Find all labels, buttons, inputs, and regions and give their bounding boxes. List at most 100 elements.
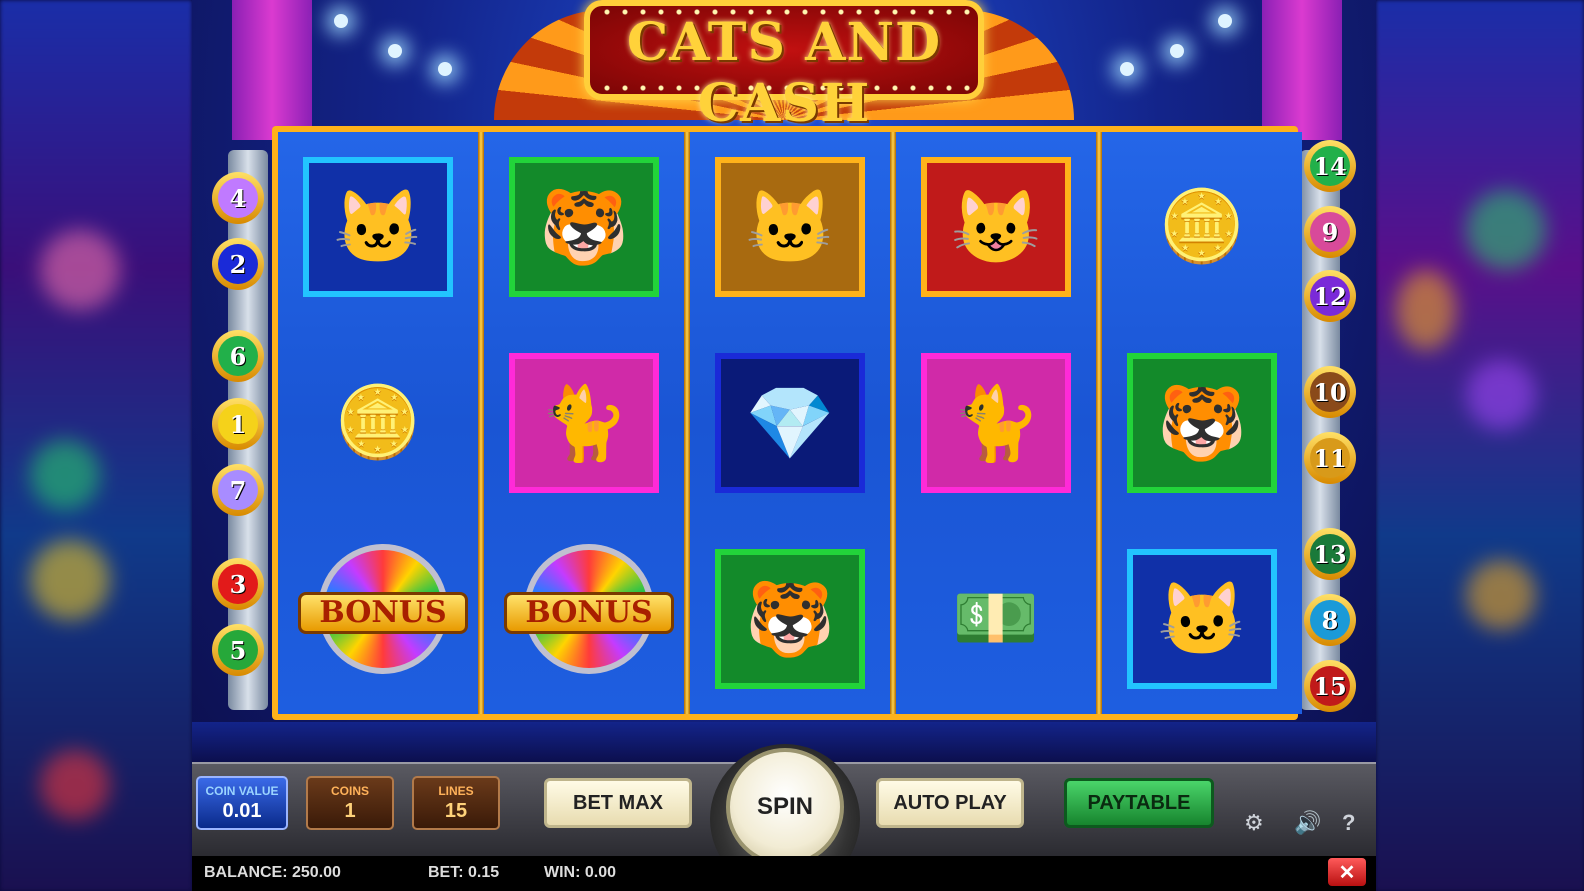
payline-right-11[interactable]: 11 — [1304, 432, 1356, 484]
diamond-necklace-icon: 💎 — [715, 353, 865, 493]
background-left-blur — [0, 0, 192, 891]
reel-2: 🐯 🐈 BONUS — [484, 132, 684, 714]
payline-number: 4 — [218, 178, 258, 218]
payline-right-12[interactable]: 12 — [1304, 270, 1356, 322]
reel-4: 😺 🐈 💵 — [896, 132, 1096, 714]
game-logo-marquee: CATS AND CASH — [494, 0, 1074, 134]
reel-symbol: 🪙 — [1117, 152, 1287, 302]
payline-number: 8 — [1310, 600, 1350, 640]
reel-symbol: 🐯 — [705, 544, 875, 694]
payline-number: 5 — [218, 630, 258, 670]
reel-symbol: 🪙 — [293, 348, 463, 498]
cat-lady-red-dress-icon: 🐱 — [303, 157, 453, 297]
lines-amount: 15 — [444, 800, 468, 822]
cash-stacks-icon: 💵 — [952, 579, 1040, 657]
reel-3: 🐱 💎 🐯 — [690, 132, 890, 714]
bet-max-button[interactable]: BET MAX — [544, 778, 692, 828]
payline-number: 13 — [1310, 534, 1350, 574]
payline-right-13[interactable]: 13 — [1304, 528, 1356, 580]
payline-left-3[interactable]: 3 — [212, 558, 264, 610]
gold-bars-icon: 🪙 — [1158, 187, 1246, 265]
close-button[interactable]: ✕ — [1328, 858, 1366, 886]
bonus-label: BONUS — [298, 592, 468, 634]
payline-right-10[interactable]: 10 — [1304, 366, 1356, 418]
payline-left-7[interactable]: 7 — [212, 464, 264, 516]
stage-light-pillar — [1262, 0, 1342, 140]
stage-light-pillar — [232, 0, 312, 140]
win-text: WIN: 0.00 — [544, 864, 617, 881]
reel-symbol: 🐱 — [293, 152, 463, 302]
payline-right-8[interactable]: 8 — [1304, 594, 1356, 646]
game-stage: CATS AND CASH 🐱 🪙 BONUS 🐯 🐈 BONUS 🐱 💎 🐯 😺 🐈 💵 🪙 🐯 🐱 CO… — [0, 0, 1584, 891]
game-area: CATS AND CASH 🐱 🪙 BONUS 🐯 🐈 BONUS 🐱 💎 🐯 😺 🐈 💵 🪙 🐯 🐱 CO… — [192, 0, 1376, 891]
coin-value-display[interactable]: COIN VALUE 0.01 — [196, 776, 288, 830]
reel-symbol: 💎 — [705, 348, 875, 498]
bonus-wheel-icon: BONUS — [298, 544, 468, 694]
reel-symbol: 🐱 — [705, 152, 875, 302]
payline-number: 2 — [218, 244, 258, 284]
reel-frame: 🐱 🪙 BONUS 🐯 🐈 BONUS 🐱 💎 🐯 😺 🐈 💵 🪙 🐯 🐱 — [272, 126, 1302, 720]
payline-number: 3 — [218, 564, 258, 604]
reel-symbol: 🐯 — [1117, 348, 1287, 498]
tiger-cat-suit-icon: 🐯 — [509, 157, 659, 297]
payline-number: 10 — [1310, 372, 1350, 412]
bonus-wheel-icon: BONUS — [504, 544, 674, 694]
reel-symbol: 💵 — [911, 544, 1081, 694]
reel-symbol: 🐱 — [1117, 544, 1287, 694]
payline-number: 6 — [218, 336, 258, 376]
payline-number: 15 — [1310, 666, 1350, 706]
payline-right-9[interactable]: 9 — [1304, 206, 1356, 258]
reel-1: 🐱 🪙 BONUS — [278, 132, 478, 714]
paytable-button[interactable]: PAYTABLE — [1064, 778, 1214, 828]
reel-symbol: 🐯 — [499, 152, 669, 302]
gold-bars-icon: 🪙 — [334, 383, 422, 461]
coins-amount: 1 — [344, 800, 356, 822]
coins-label: COINS — [330, 784, 369, 798]
help-icon[interactable]: ? — [1342, 810, 1355, 836]
spotlight — [1218, 14, 1232, 28]
payline-number: 12 — [1310, 276, 1350, 316]
bonus-label: BONUS — [504, 592, 674, 634]
spotlight — [438, 62, 452, 76]
settings-icon[interactable]: ⚙ — [1244, 810, 1264, 836]
coins-display[interactable]: COINS 1 — [306, 776, 394, 830]
payline-left-6[interactable]: 6 — [212, 330, 264, 382]
payline-number: 7 — [218, 470, 258, 510]
payline-number: 9 — [1310, 212, 1350, 252]
balance-text: BALANCE: 250.00 — [204, 864, 341, 881]
singer-cat-microphone-icon: 😺 — [921, 157, 1071, 297]
payline-left-1[interactable]: 1 — [212, 398, 264, 450]
reel-symbol: 😺 — [911, 152, 1081, 302]
sound-icon[interactable]: 🔊 — [1294, 810, 1321, 836]
reel-symbol: BONUS — [293, 544, 468, 694]
spin-button[interactable]: SPIN — [726, 748, 844, 866]
reel-5: 🪙 🐯 🐱 — [1102, 132, 1302, 714]
spotlight — [1170, 44, 1184, 58]
reel-symbol: 🐈 — [499, 348, 669, 498]
payline-number: 1 — [218, 404, 258, 444]
bet-text: BET: 0.15 — [428, 864, 500, 881]
coin-value-label: COIN VALUE — [205, 784, 279, 798]
persian-cat-pink-fur-icon: 🐈 — [509, 353, 659, 493]
payline-left-4[interactable]: 4 — [212, 172, 264, 224]
lines-display[interactable]: LINES 15 — [412, 776, 500, 830]
payline-number: 11 — [1310, 438, 1350, 478]
tiger-cat-suit-icon: 🐯 — [1127, 353, 1277, 493]
spotlight — [388, 44, 402, 58]
tiger-cat-suit-icon: 🐯 — [715, 549, 865, 689]
auto-play-button[interactable]: AUTO PLAY — [876, 778, 1024, 828]
spotlight — [1120, 62, 1134, 76]
cat-lady-red-dress-icon: 🐱 — [1127, 549, 1277, 689]
payline-right-15[interactable]: 15 — [1304, 660, 1356, 712]
payline-left-5[interactable]: 5 — [212, 624, 264, 676]
payline-left-2[interactable]: 2 — [212, 238, 264, 290]
game-title: CATS AND CASH — [626, 12, 942, 134]
payline-right-14[interactable]: 14 — [1304, 140, 1356, 192]
reel-symbol: BONUS — [499, 544, 674, 694]
background-right-blur — [1376, 0, 1584, 891]
coin-value-amount: 0.01 — [222, 800, 262, 822]
persian-cat-pink-fur-icon: 🐈 — [921, 353, 1071, 493]
spotlight — [334, 14, 348, 28]
payline-number: 14 — [1310, 146, 1350, 186]
lines-label: LINES — [438, 784, 474, 798]
